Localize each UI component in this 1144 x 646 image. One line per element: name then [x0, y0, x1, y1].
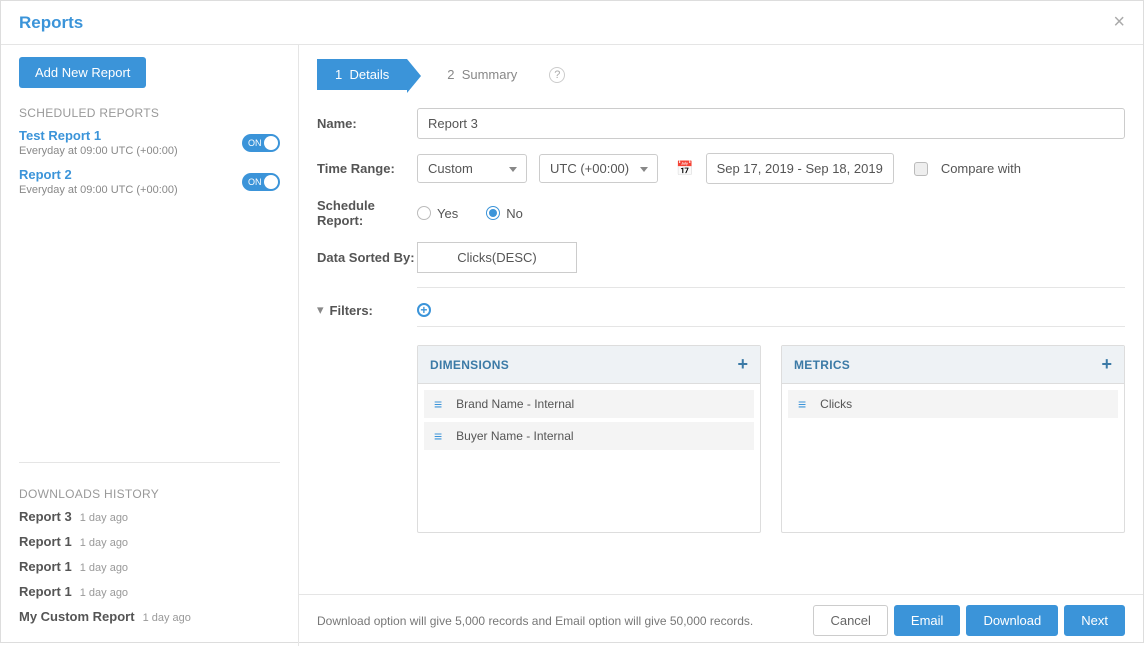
download-item[interactable]: Report 11 day ago [19, 534, 280, 549]
download-item[interactable]: My Custom Report1 day ago [19, 609, 280, 624]
download-item[interactable]: Report 31 day ago [19, 509, 280, 524]
filters-label: Filters: [330, 303, 373, 318]
add-filter-icon[interactable]: + [417, 303, 431, 317]
step-details[interactable]: 1 Details [317, 59, 407, 90]
scheduled-item-name: Report 2 [19, 167, 178, 182]
add-metric-icon[interactable]: + [1101, 354, 1112, 375]
toggle-switch[interactable]: ON [242, 173, 280, 191]
sidebar: Add New Report SCHEDULED REPORTS Test Re… [1, 45, 299, 646]
footer: Download option will give 5,000 records … [299, 594, 1143, 646]
drag-icon[interactable]: ≡ [798, 401, 806, 408]
close-icon[interactable]: × [1113, 11, 1125, 34]
dimension-item[interactable]: ≡Buyer Name - Internal [424, 422, 754, 450]
next-button[interactable]: Next [1064, 605, 1125, 636]
scheduled-reports-label: SCHEDULED REPORTS [19, 106, 280, 120]
timerange-select[interactable]: Custom [417, 154, 527, 183]
metrics-panel: METRICS + ≡Clicks [781, 345, 1125, 533]
schedule-yes-radio[interactable]: Yes [417, 206, 458, 221]
step-summary[interactable]: 2 Summary [429, 59, 535, 90]
drag-icon[interactable]: ≡ [434, 433, 442, 440]
scheduled-item[interactable]: Report 2 Everyday at 09:00 UTC (+00:00) … [19, 167, 280, 196]
scheduled-item-sub: Everyday at 09:00 UTC (+00:00) [19, 145, 178, 157]
schedule-no-radio[interactable]: No [486, 206, 523, 221]
downloads-history-label: DOWNLOADS HISTORY [19, 487, 280, 501]
schedule-label: Schedule Report: [317, 198, 417, 228]
scheduled-item-name: Test Report 1 [19, 128, 178, 143]
download-item[interactable]: Report 11 day ago [19, 559, 280, 574]
sorted-label: Data Sorted By: [317, 250, 417, 265]
download-button[interactable]: Download [966, 605, 1058, 636]
name-label: Name: [317, 116, 417, 131]
date-range-input[interactable]: Sep 17, 2019 - Sep 18, 2019 [706, 153, 894, 184]
compare-label: Compare with [941, 161, 1021, 176]
breadcrumb-steps: 1 Details 2 Summary ? [317, 59, 1125, 90]
dimensions-panel: DIMENSIONS + ≡Brand Name - Internal ≡Buy… [417, 345, 761, 533]
footer-note: Download option will give 5,000 records … [317, 614, 807, 628]
timerange-label: Time Range: [317, 161, 417, 176]
filter-icon: ▾ [317, 302, 324, 318]
compare-checkbox[interactable] [914, 162, 928, 176]
download-item[interactable]: Report 11 day ago [19, 584, 280, 599]
scheduled-item[interactable]: Test Report 1 Everyday at 09:00 UTC (+00… [19, 128, 280, 157]
toggle-switch[interactable]: ON [242, 134, 280, 152]
drag-icon[interactable]: ≡ [434, 401, 442, 408]
calendar-icon[interactable]: 📅 [676, 160, 693, 177]
metrics-title: METRICS [794, 358, 850, 372]
email-button[interactable]: Email [894, 605, 961, 636]
metric-item[interactable]: ≡Clicks [788, 390, 1118, 418]
scheduled-item-sub: Everyday at 09:00 UTC (+00:00) [19, 184, 178, 196]
name-input[interactable] [417, 108, 1125, 139]
page-title: Reports [19, 13, 83, 33]
timezone-select[interactable]: UTC (+00:00) [539, 154, 658, 183]
modal-header: Reports × [1, 1, 1143, 45]
cancel-button[interactable]: Cancel [813, 605, 887, 636]
dimension-item[interactable]: ≡Brand Name - Internal [424, 390, 754, 418]
sort-chip[interactable]: Clicks(DESC) [417, 242, 577, 273]
help-icon[interactable]: ? [549, 67, 565, 83]
add-dimension-icon[interactable]: + [737, 354, 748, 375]
add-new-report-button[interactable]: Add New Report [19, 57, 146, 88]
dimensions-title: DIMENSIONS [430, 358, 509, 372]
